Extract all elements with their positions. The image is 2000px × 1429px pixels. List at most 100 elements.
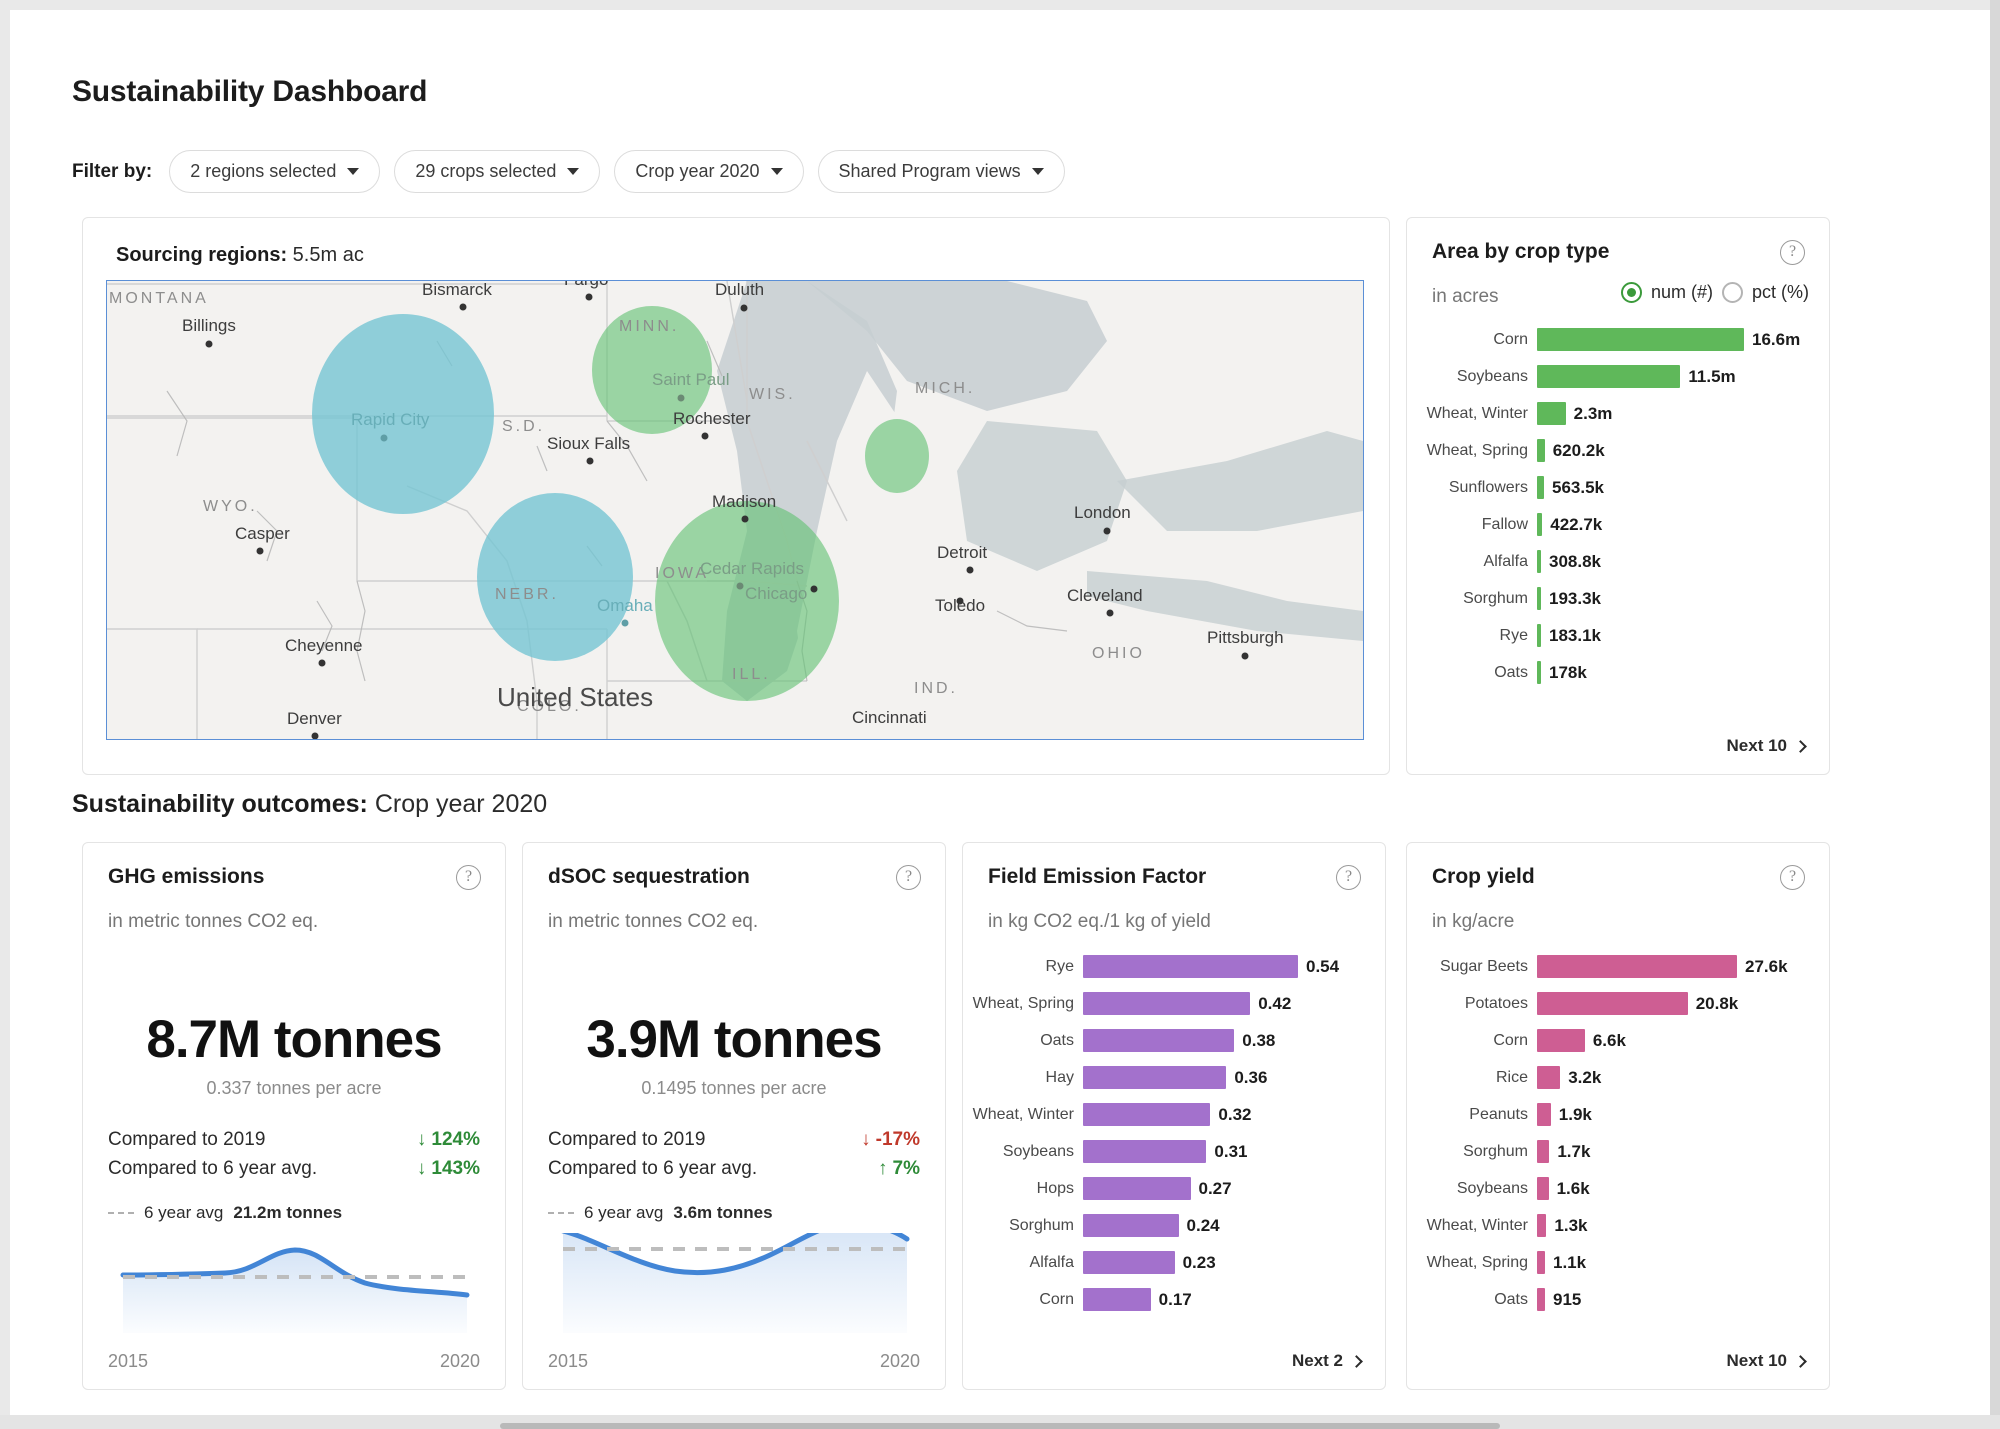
map-state-label: NEBR.: [495, 586, 559, 603]
bar-row[interactable]: Fallow422.7k: [1407, 513, 1829, 536]
bar-label: Fallow: [1407, 516, 1537, 534]
radio-pct[interactable]: [1722, 282, 1743, 303]
bar-row[interactable]: Corn16.6m: [1407, 328, 1829, 351]
bar-fill: [1083, 1066, 1226, 1089]
filter-chip-crop-year[interactable]: Crop year 2020: [614, 150, 803, 193]
bar-row[interactable]: Hay0.36: [963, 1066, 1385, 1089]
bar-row[interactable]: Soybeans11.5m: [1407, 365, 1829, 388]
horizontal-scrollbar[interactable]: [500, 1423, 1500, 1429]
radio-num-label: num (#): [1651, 282, 1713, 303]
ghg-emissions-card: GHG emissions ? in metric tonnes CO2 eq.…: [82, 842, 506, 1390]
crop-yield-unit: in kg/acre: [1432, 911, 1514, 933]
area-next-link[interactable]: Next 10: [1727, 736, 1805, 756]
bar-row[interactable]: Sunflowers563.5k: [1407, 476, 1829, 499]
map-state-label: MICH.: [915, 380, 975, 397]
help-icon[interactable]: ?: [896, 865, 921, 890]
map-city-label: Bismarck: [422, 281, 492, 299]
crop-yield-next-link[interactable]: Next 10: [1727, 1351, 1805, 1371]
bar-row[interactable]: Soybeans1.6k: [1407, 1177, 1829, 1200]
bar-row[interactable]: Sorghum0.24: [963, 1214, 1385, 1237]
dsoc-avg-label: 6 year avg: [584, 1203, 663, 1223]
map-city-label: London: [1074, 503, 1131, 522]
bar-fill: [1083, 992, 1250, 1015]
bar-label: Oats: [1407, 1291, 1537, 1309]
bar-row[interactable]: Oats178k: [1407, 661, 1829, 684]
bar-fill: [1083, 1029, 1234, 1052]
filter-chip-crops[interactable]: 29 crops selected: [394, 150, 600, 193]
map-state-label: ILL.: [732, 666, 771, 683]
map-state-label: WIS.: [749, 386, 796, 403]
bar-row[interactable]: Hops0.27: [963, 1177, 1385, 1200]
ghg-compare-avg-value: 143%: [417, 1158, 480, 1180]
region-map[interactable]: MONTANA WYO. S.D. NEBR. COLO. MINN. WIS.…: [106, 280, 1364, 740]
bar-label: Hay: [963, 1069, 1083, 1087]
bar-row[interactable]: Sorghum1.7k: [1407, 1140, 1829, 1163]
bar-row[interactable]: Sugar Beets27.6k: [1407, 955, 1829, 978]
sourcing-regions-label: Sourcing regions:: [116, 244, 287, 266]
fef-next-link[interactable]: Next 2: [1292, 1351, 1361, 1371]
radio-num[interactable]: [1621, 282, 1642, 303]
filter-chip-regions[interactable]: 2 regions selected: [169, 150, 380, 193]
bar-value: 308.8k: [1549, 552, 1601, 572]
bar-row[interactable]: Sorghum193.3k: [1407, 587, 1829, 610]
dashboard-page: Sustainability Dashboard Filter by: 2 re…: [10, 10, 1990, 1415]
bar-row[interactable]: Rye0.54: [963, 955, 1385, 978]
bar-fill: [1537, 1066, 1560, 1089]
map-city-label: Detroit: [937, 543, 987, 562]
filter-chip-program-views[interactable]: Shared Program views: [818, 150, 1065, 193]
bar-value: 0.17: [1159, 1290, 1192, 1310]
bar-row[interactable]: Wheat, Winter1.3k: [1407, 1214, 1829, 1237]
chevron-right-icon: [1794, 1355, 1807, 1368]
chevron-right-icon: [1350, 1355, 1363, 1368]
ghg-compare-2019-row: Compared to 2019 124%: [108, 1129, 480, 1151]
map-city-label: Duluth: [715, 281, 764, 299]
map-country-label: United States: [497, 682, 653, 712]
area-by-crop-type-unit: in acres: [1432, 286, 1499, 308]
bar-fill: [1537, 1140, 1549, 1163]
help-icon[interactable]: ?: [1780, 240, 1805, 265]
bar-row[interactable]: Oats0.38: [963, 1029, 1385, 1052]
bar-row[interactable]: Wheat, Winter0.32: [963, 1103, 1385, 1126]
dsoc-compare-2019-value: -17%: [861, 1129, 920, 1151]
map-city-label: Pittsburgh: [1207, 628, 1284, 647]
help-icon[interactable]: ?: [456, 865, 481, 890]
bar-label: Hops: [963, 1180, 1083, 1198]
bar-row[interactable]: Wheat, Spring1.1k: [1407, 1251, 1829, 1274]
area-next-label: Next 10: [1727, 736, 1787, 756]
help-icon[interactable]: ?: [1336, 865, 1361, 890]
bar-row[interactable]: Rye183.1k: [1407, 624, 1829, 647]
bar-fill: [1537, 1251, 1545, 1274]
bar-label: Oats: [963, 1032, 1083, 1050]
bar-row[interactable]: Potatoes20.8k: [1407, 992, 1829, 1015]
bar-row[interactable]: Oats 915: [1407, 1288, 1829, 1311]
bar-value: 1.7k: [1557, 1142, 1590, 1162]
bar-value: 0.54: [1306, 957, 1339, 977]
bar-row[interactable]: Alfalfa0.23: [963, 1251, 1385, 1274]
bar-label: Sorghum: [1407, 590, 1537, 608]
bar-row[interactable]: Wheat, Spring620.2k: [1407, 439, 1829, 462]
map-city-label: Chicago: [745, 584, 807, 603]
bar-row[interactable]: Alfalfa308.8k: [1407, 550, 1829, 573]
map-city-label: Rochester: [673, 409, 751, 428]
bar-row[interactable]: Peanuts1.9k: [1407, 1103, 1829, 1126]
filter-by-label: Filter by:: [72, 161, 152, 183]
bar-row[interactable]: Corn0.17: [963, 1288, 1385, 1311]
bar-row[interactable]: Soybeans0.31: [963, 1140, 1385, 1163]
bar-value: 11.5m: [1688, 367, 1735, 387]
help-icon[interactable]: ?: [1780, 865, 1805, 890]
dsoc-per-acre: 0.1495 tonnes per acre: [523, 1078, 945, 1099]
filter-chip-crops-label: 29 crops selected: [415, 161, 556, 182]
bar-row[interactable]: Rice3.2k: [1407, 1066, 1829, 1089]
area-unit-toggle: num (#) pct (%): [1621, 282, 1809, 303]
bar-row[interactable]: Wheat, Spring0.42: [963, 992, 1385, 1015]
ghg-year-axis: 2015 2020: [108, 1351, 480, 1372]
ghg-compare-2019-label: Compared to 2019: [108, 1129, 265, 1151]
chevron-down-icon: [567, 168, 579, 175]
dsoc-unit: in metric tonnes CO2 eq.: [548, 911, 758, 933]
bar-row[interactable]: Wheat, Winter2.3m: [1407, 402, 1829, 425]
bar-row[interactable]: Corn6.6k: [1407, 1029, 1829, 1052]
bar-value: 915: [1553, 1290, 1581, 1310]
ghg-compare-avg-label: Compared to 6 year avg.: [108, 1158, 317, 1180]
bar-fill: [1537, 1214, 1546, 1237]
bar-label: Wheat, Spring: [1407, 1254, 1537, 1272]
